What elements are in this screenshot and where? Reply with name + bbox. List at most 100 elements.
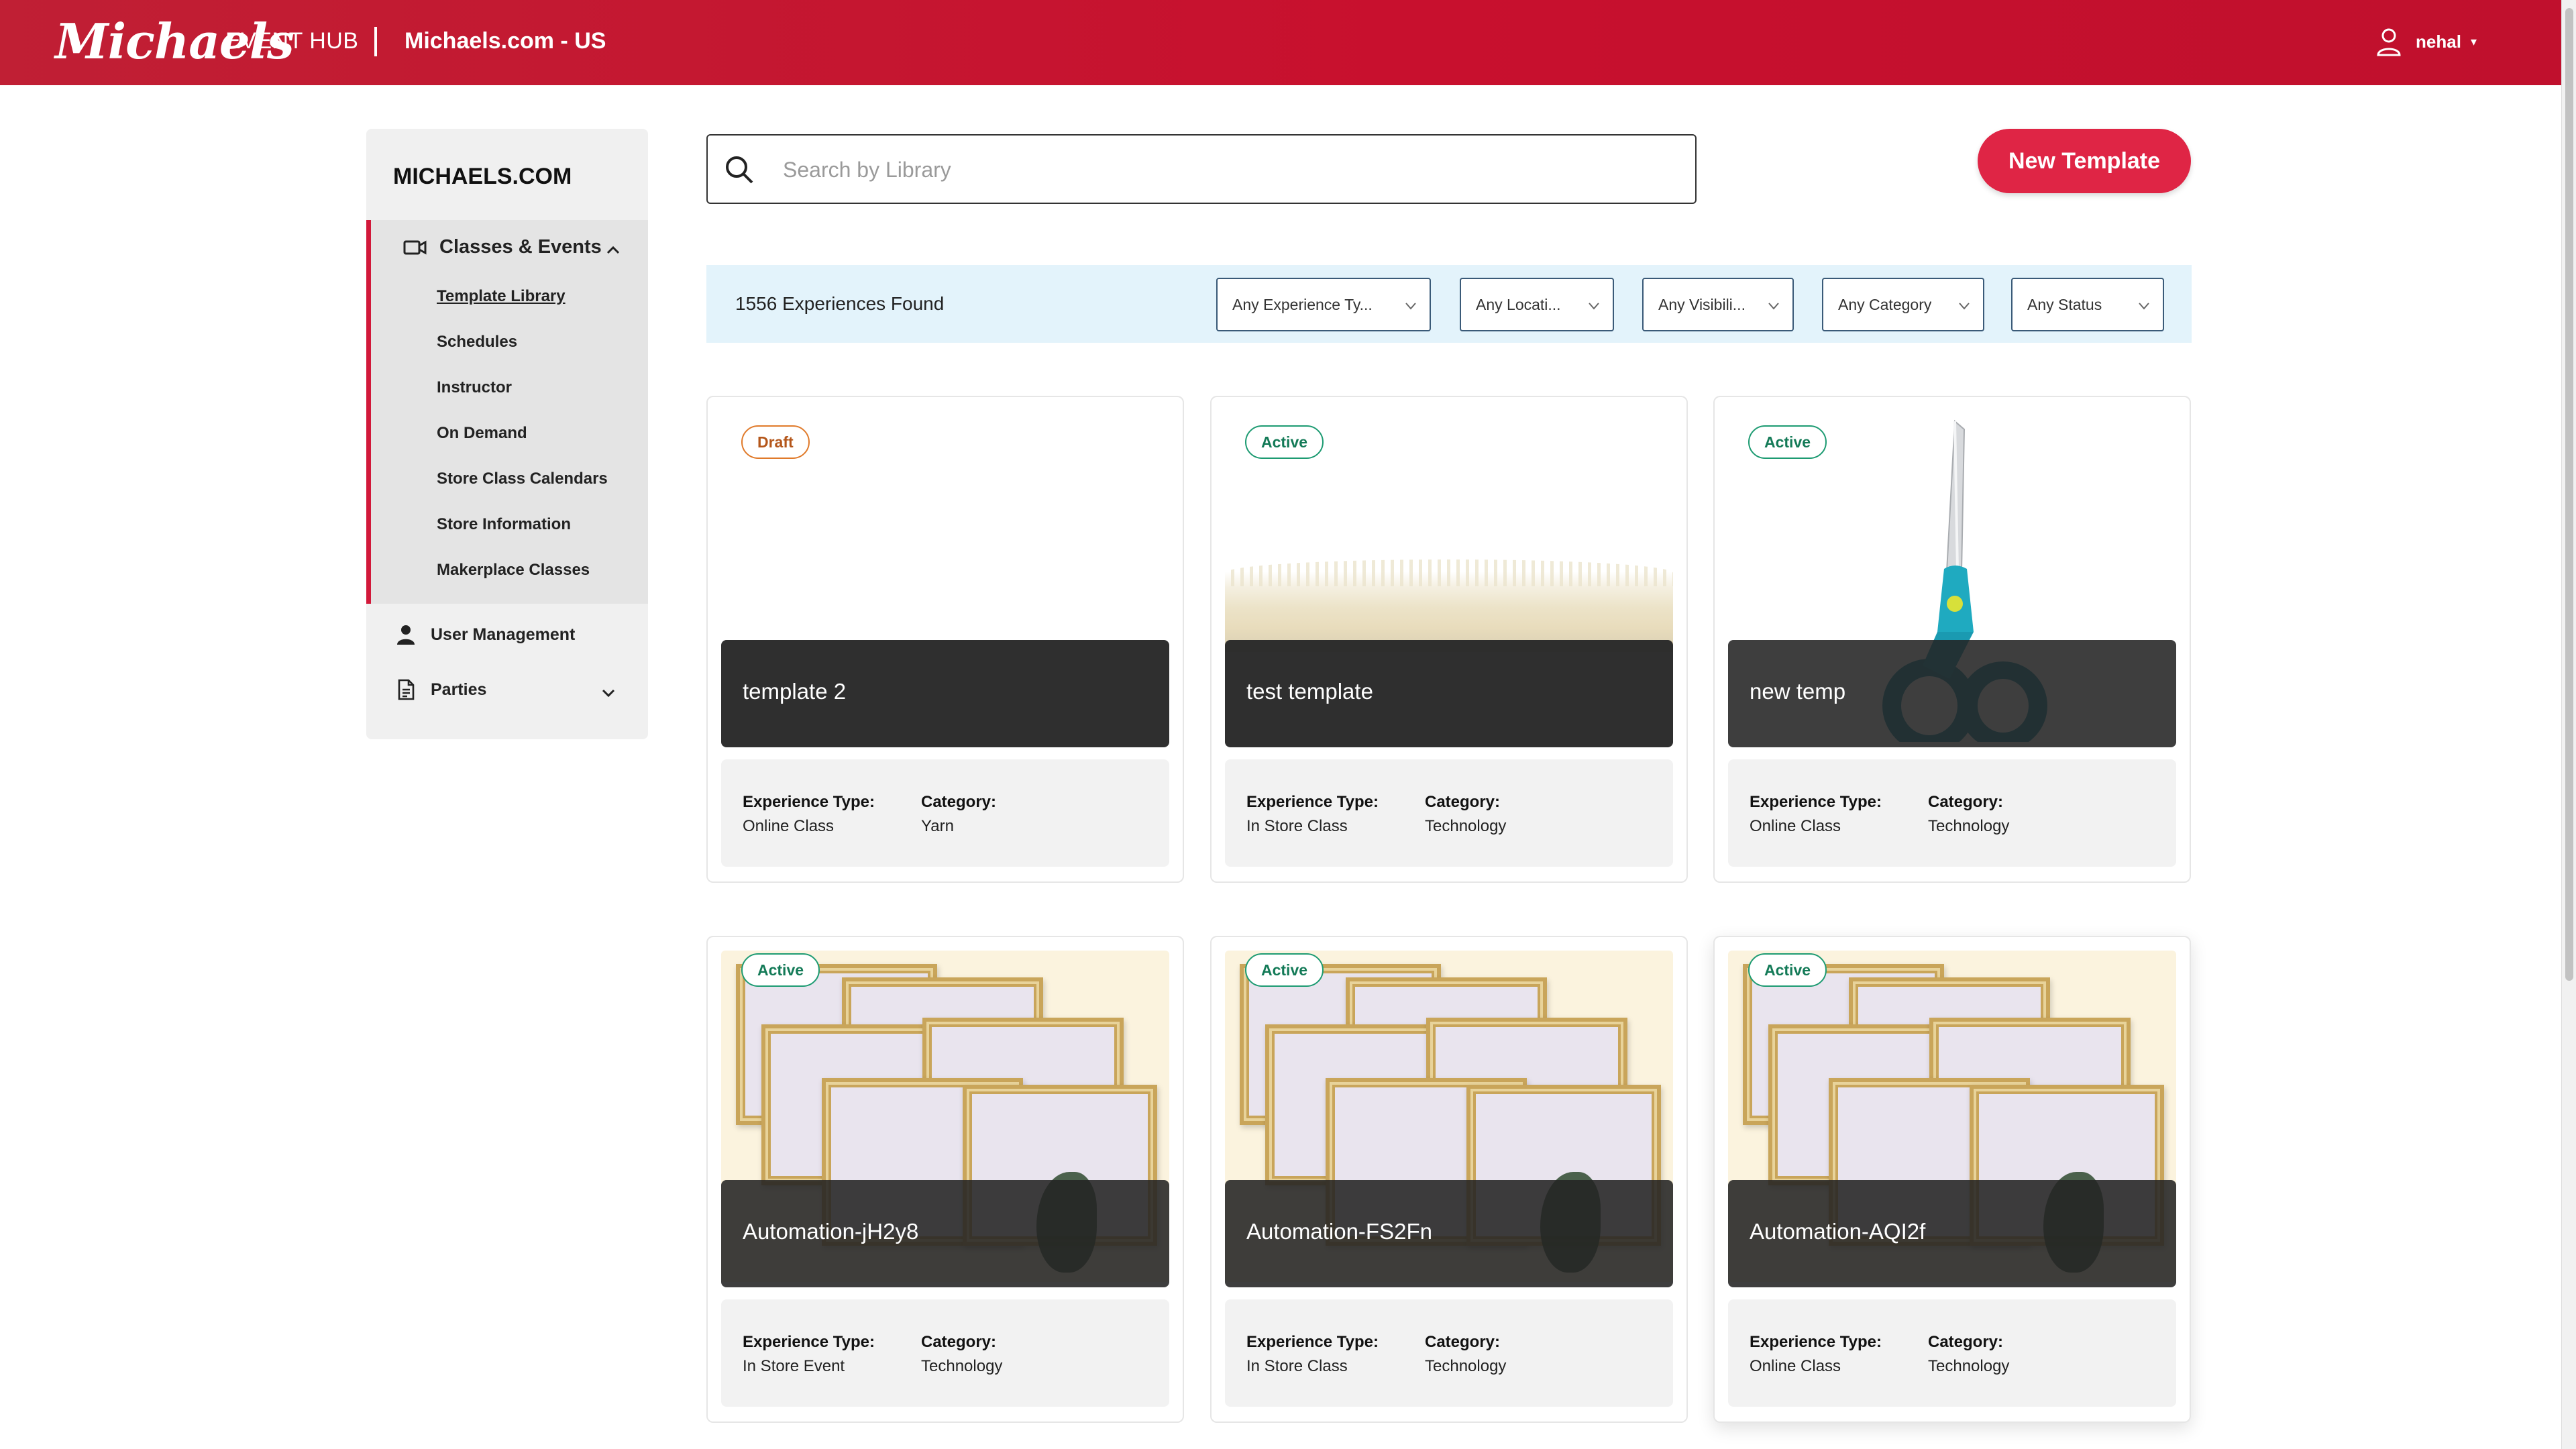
category-value: Technology	[1928, 817, 2010, 835]
new-template-button[interactable]: New Template	[1978, 129, 2191, 193]
template-card[interactable]: Active Automation-FS2Fn Experience Type:…	[1210, 936, 1688, 1423]
top-header: Michaels EVENT HUB Michaels.com - US neh…	[0, 0, 2561, 85]
experience-type-value: In Store Class	[1246, 817, 1348, 835]
scrollbar-thumb[interactable]	[2565, 8, 2573, 981]
chevron-down-icon	[1959, 303, 1970, 310]
dropdown-label: Any Visibili...	[1658, 295, 1746, 313]
card-title: template 2	[743, 679, 847, 704]
sidebar: MICHAELS.COM Classes & Events Template L…	[366, 129, 648, 739]
experience-type-label: Experience Type:	[1750, 793, 1882, 811]
experience-type-label: Experience Type:	[743, 1333, 875, 1351]
site-selector[interactable]: Michaels.com - US	[405, 28, 606, 54]
status-badge: Active	[1245, 953, 1324, 987]
page-scrollbar[interactable]	[2561, 0, 2576, 1449]
sidebar-item-store-information[interactable]: Store Information	[437, 515, 571, 534]
category-value: Yarn	[921, 817, 954, 835]
sidebar-item-on-demand[interactable]: On Demand	[437, 424, 527, 443]
category-label: Category:	[921, 793, 997, 811]
category-value: Technology	[921, 1357, 1003, 1375]
search-icon	[726, 156, 753, 184]
search-box	[706, 134, 1697, 204]
card-details: Experience Type: In Store Event Category…	[721, 1299, 1169, 1407]
experience-type-value: Online Class	[743, 817, 835, 835]
card-title-band: Automation-AQI2f	[1728, 1180, 2176, 1287]
user-menu[interactable]: nehal ▾	[2375, 27, 2477, 56]
category-label: Category:	[921, 1333, 997, 1351]
card-details: Experience Type: Online Class Category: …	[1728, 1299, 2176, 1407]
chevron-down-icon[interactable]	[601, 686, 616, 700]
sidebar-item-template-library[interactable]: Template Library	[437, 287, 566, 306]
template-card[interactable]: Active Automation-AQI2f Experience Type:…	[1713, 936, 2191, 1423]
card-title: new temp	[1750, 679, 1846, 704]
filter-status[interactable]: Any Status	[2011, 278, 2164, 331]
chevron-up-icon[interactable]	[606, 243, 621, 258]
sidebar-item-store-class-calendars[interactable]: Store Class Calendars	[437, 470, 608, 488]
status-badge: Active	[1748, 953, 1827, 987]
card-title-band: Automation-FS2Fn	[1225, 1180, 1673, 1287]
app-name: EVENT HUB	[225, 28, 359, 54]
card-title-band: test template	[1225, 640, 1673, 747]
experience-type-label: Experience Type:	[1750, 1333, 1882, 1351]
results-count: 1556 Experiences Found	[735, 293, 945, 314]
status-badge: Active	[1245, 425, 1324, 459]
experience-type-label: Experience Type:	[1246, 793, 1379, 811]
dropdown-label: Any Experience Ty...	[1232, 295, 1373, 313]
dropdown-label: Any Locati...	[1476, 295, 1561, 313]
dropdown-label: Any Category	[1838, 295, 1932, 313]
sidebar-item-instructor[interactable]: Instructor	[437, 378, 512, 397]
experience-type-value: In Store Event	[743, 1357, 845, 1375]
sidebar-section-label: Classes & Events	[439, 236, 602, 258]
document-icon	[398, 679, 415, 700]
experience-type-value: Online Class	[1750, 1357, 1841, 1375]
card-details: Experience Type: In Store Class Category…	[1225, 759, 1673, 867]
sidebar-item-user-management[interactable]: User Management	[396, 624, 575, 645]
sidebar-section-classes-events: Classes & Events Template Library Schedu…	[366, 220, 648, 604]
status-badge: Active	[741, 953, 820, 987]
caret-down-icon: ▾	[2470, 34, 2477, 48]
filter-experience-type[interactable]: Any Experience Ty...	[1216, 278, 1431, 331]
card-title: Automation-FS2Fn	[1246, 1219, 1432, 1244]
category-label: Category:	[1928, 1333, 2004, 1351]
sidebar-item-schedules[interactable]: Schedules	[437, 333, 517, 352]
filter-bar: 1556 Experiences Found Any Experience Ty…	[706, 265, 2192, 343]
sidebar-item-makerplace-classes[interactable]: Makerplace Classes	[437, 561, 590, 580]
category-value: Technology	[1928, 1357, 2010, 1375]
template-card[interactable]: Active new temp Experience Type: Online …	[1713, 396, 2191, 883]
category-label: Category:	[1425, 1333, 1501, 1351]
video-camera-icon	[403, 239, 427, 255]
header-divider	[374, 27, 377, 56]
filter-location[interactable]: Any Locati...	[1460, 278, 1614, 331]
experience-type-label: Experience Type:	[743, 793, 875, 811]
card-details: Experience Type: In Store Class Category…	[1225, 1299, 1673, 1407]
card-title: Automation-AQI2f	[1750, 1219, 1926, 1244]
sidebar-item-label: Parties	[431, 680, 487, 699]
sidebar-item-classes-events[interactable]: Classes & Events	[403, 236, 602, 258]
category-label: Category:	[1425, 793, 1501, 811]
status-badge: Draft	[741, 425, 810, 459]
status-badge: Active	[1748, 425, 1827, 459]
filter-category[interactable]: Any Category	[1822, 278, 1984, 331]
experience-type-value: In Store Class	[1246, 1357, 1348, 1375]
card-title-band: new temp	[1728, 640, 2176, 747]
sidebar-title: MICHAELS.COM	[393, 164, 572, 189]
category-label: Category:	[1928, 793, 2004, 811]
template-card[interactable]: Active test template Experience Type: In…	[1210, 396, 1688, 883]
card-details: Experience Type: Online Class Category: …	[1728, 759, 2176, 867]
chevron-down-icon	[2139, 303, 2149, 310]
sidebar-item-label: User Management	[431, 625, 576, 644]
experience-type-value: Online Class	[1750, 817, 1841, 835]
experience-type-label: Experience Type:	[1246, 1333, 1379, 1351]
search-input[interactable]	[783, 152, 1655, 188]
user-icon	[2377, 28, 2401, 56]
card-title: test template	[1246, 679, 1373, 704]
sidebar-item-parties[interactable]: Parties	[396, 679, 486, 700]
template-card[interactable]: Draft template 2 Experience Type: Online…	[706, 396, 1184, 883]
card-details: Experience Type: Online Class Category: …	[721, 759, 1169, 867]
category-value: Technology	[1425, 817, 1507, 835]
user-name: nehal	[2416, 31, 2461, 52]
category-value: Technology	[1425, 1357, 1507, 1375]
chevron-down-icon	[1405, 303, 1416, 310]
filter-visibility[interactable]: Any Visibili...	[1642, 278, 1794, 331]
chevron-down-icon	[1589, 303, 1599, 310]
template-card[interactable]: Active Automation-jH2y8 Experience Type:…	[706, 936, 1184, 1423]
